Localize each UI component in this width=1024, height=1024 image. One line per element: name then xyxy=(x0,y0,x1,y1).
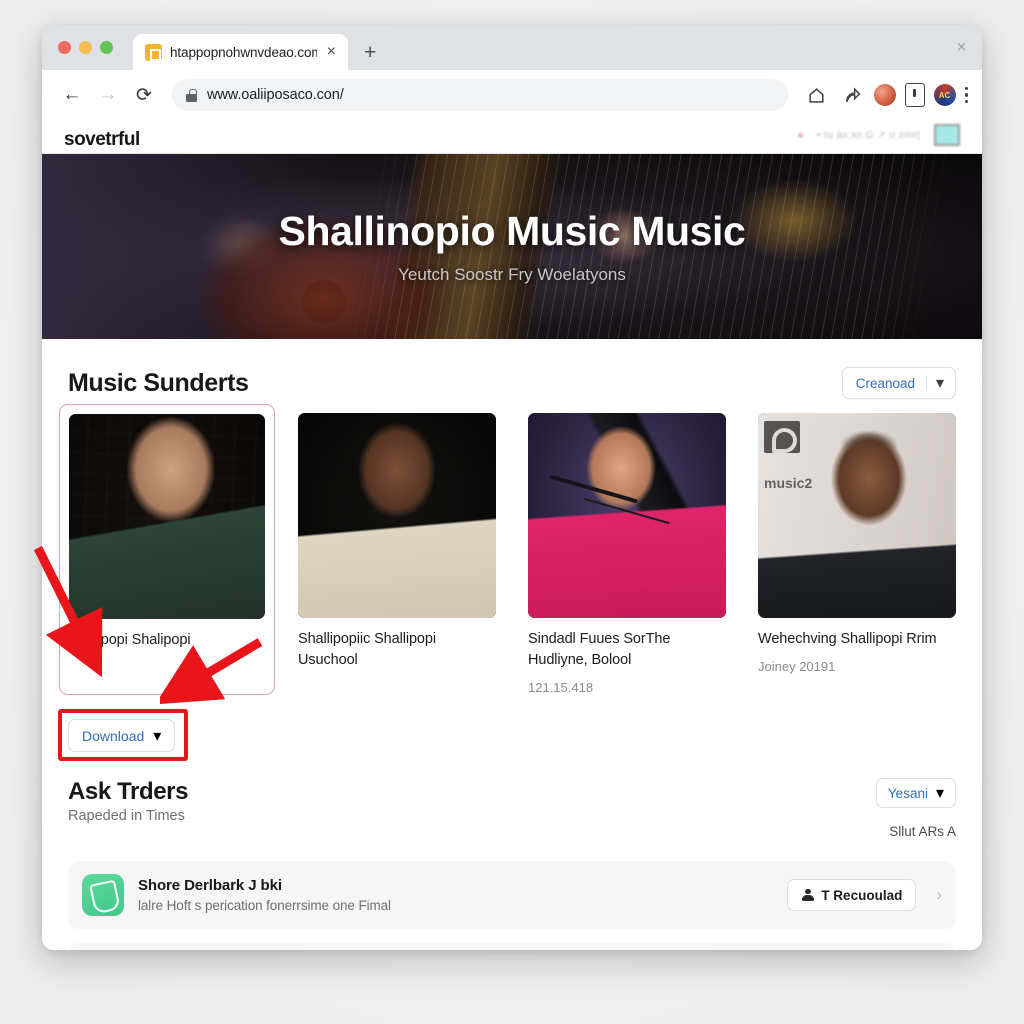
browser-toolbar: ← → ⟳ www.oaliiposaco.con/ xyxy=(42,70,982,120)
chevron-down-icon[interactable]: ▾ xyxy=(153,726,161,746)
section2-right-block: Yesani ▾ Sllut ARs A xyxy=(875,778,956,840)
new-tab-button[interactable]: + xyxy=(364,42,376,63)
close-window-button[interactable] xyxy=(58,41,71,54)
reload-icon[interactable]: ⟳ xyxy=(128,79,160,111)
person-icon xyxy=(801,888,814,902)
music-card-4-meta: Joiney 20191 xyxy=(758,659,836,675)
backdrop-watermark-text: music2 xyxy=(764,475,813,491)
music-card-2-thumbnail[interactable] xyxy=(298,413,496,618)
download-button[interactable]: Download ▾ xyxy=(68,719,176,753)
tab-title: htappopnohwnvdeao.com/ xyxy=(170,44,317,60)
recuoulad-button[interactable]: T Recuoulad xyxy=(787,879,917,912)
yesani-filter-button[interactable]: Yesani ▾ xyxy=(875,778,956,809)
back-icon[interactable]: ← xyxy=(56,79,88,111)
section-header-music-sunderts: Music Sunderts Creanoad ▾ xyxy=(68,339,956,413)
music-card-4-thumbnail[interactable]: music2 xyxy=(758,413,956,618)
creanoad-filter-button[interactable]: Creanoad ▾ xyxy=(841,367,956,399)
list-item-title-wrap: Shore Derlbark J bki xyxy=(138,877,773,894)
artist-photo-2 xyxy=(298,413,496,618)
music-card-2[interactable]: Shallipopiic Shallipopi Usuchool xyxy=(298,413,496,695)
reader-icon[interactable] xyxy=(904,83,925,107)
chevron-down-icon[interactable]: ▾ xyxy=(927,373,953,393)
music-card-2-caption: Shallipopiic Shallipopi Usuchool xyxy=(298,631,436,669)
music-card-3-caption: Sindadl Fuues SorThe Hudliyne, Bolool xyxy=(528,631,671,669)
section2-title: Ask Trders xyxy=(68,778,189,806)
music-card-1-caption: Shalipopi Shalipopi xyxy=(69,632,191,648)
browser-tab[interactable]: htappopnohwnvdeao.com/ × xyxy=(133,34,348,70)
list-item-text: Shore Derlbark J bki lalre Hoft s perica… xyxy=(138,877,773,913)
section-header-ask-trders: Ask Trders Rapeded in Times Yesani ▾ Sll… xyxy=(68,752,956,847)
creanoad-filter-label: Creanoad xyxy=(855,375,915,391)
page-title: Music Sunderts xyxy=(68,368,249,397)
lock-icon xyxy=(186,88,197,102)
share-icon[interactable] xyxy=(839,82,865,108)
hero-banner: Shallinopio Music Music Yeutch Soostr Fr… xyxy=(42,154,982,339)
music-card-1-thumbnail[interactable] xyxy=(69,414,265,619)
address-bar[interactable]: www.oaliiposaco.con/ xyxy=(172,79,788,111)
site-logo[interactable]: sovetrful xyxy=(64,129,140,151)
bottle-app-icon xyxy=(82,874,124,917)
home-icon[interactable] xyxy=(804,82,830,108)
artist-photo-3 xyxy=(528,413,726,618)
list-item-subtitle: lalre Hoft s perication fonerrsime one F… xyxy=(138,898,391,914)
profile-avatar-1[interactable] xyxy=(873,84,896,106)
hero-title: Shallinopio Music Music xyxy=(278,208,746,254)
window-controls[interactable]: ⨯ xyxy=(956,39,967,55)
url-text: www.oaliiposaco.con/ xyxy=(207,87,344,103)
list-item-title: Shore Derlbark J bki xyxy=(138,877,282,895)
toolbar-actions xyxy=(800,82,968,108)
profile-avatar-2[interactable] xyxy=(933,84,956,106)
folder-icon xyxy=(145,43,162,61)
download-row: Download ▾ xyxy=(58,701,956,762)
list-item[interactable]: Qunt my lVitHolid Tindel This Olive my a… xyxy=(68,943,956,950)
recuoulad-button-label: T Recuoulad xyxy=(821,887,903,903)
site-header-nav-text: • ru ax:xn G ↗ ır cmr| xyxy=(816,129,920,141)
site-header-chip-icon xyxy=(934,124,960,146)
status-dot-icon xyxy=(797,132,803,138)
hero-text-block: Shallinopio Music Music Yeutch Soostr Fr… xyxy=(42,154,982,339)
section2-subtitle: Rapeded in Times xyxy=(68,808,185,825)
music-card-4-caption: Wehechving Shallipopi Rrim xyxy=(758,631,937,647)
list-item[interactable]: Shore Derlbark J bki lalre Hoft s perica… xyxy=(68,861,956,930)
artist-photo-1 xyxy=(69,414,265,619)
close-icon[interactable]: × xyxy=(325,44,338,60)
window-traffic-lights[interactable] xyxy=(54,25,119,70)
section2-note: Sllut ARs A xyxy=(889,824,956,840)
backdrop-logo-icon xyxy=(764,421,800,453)
download-button-label: Download xyxy=(82,727,145,744)
music-card-3[interactable]: Sindadl Fuues SorThe Hudliyne, Bolool 12… xyxy=(528,413,726,695)
section2-title-block: Ask Trders Rapeded in Times xyxy=(68,778,188,824)
minimize-window-button[interactable] xyxy=(79,41,92,54)
forward-icon[interactable]: → xyxy=(92,79,124,111)
music-cards-grid: Shalipopi Shalipopi Shallipopiic Shallip… xyxy=(59,404,956,701)
page-content: Music Sunderts Creanoad ▾ Shalipopi Shal… xyxy=(42,339,982,950)
music-card-4[interactable]: music2 Wehechving Shallipopi Rrim Joiney… xyxy=(758,413,956,695)
chevron-right-icon[interactable]: › xyxy=(930,885,942,905)
backdrop-watermark: music2 xyxy=(764,421,812,491)
music-card-3-meta: 121.15.418 xyxy=(528,680,594,696)
maximize-window-button[interactable] xyxy=(100,41,113,54)
hero-subtitle: Yeutch Soostr Fry Woelatyons xyxy=(398,265,626,284)
music-card-1[interactable]: Shalipopi Shalipopi xyxy=(59,404,275,696)
site-header: sovetrful • ru ax:xn G ↗ ır cmr| xyxy=(42,120,982,154)
browser-window: htappopnohwnvdeao.com/ × + ⨯ ← → ⟳ www.o… xyxy=(42,25,982,950)
chevron-down-icon[interactable]: ▾ xyxy=(936,783,944,803)
kebab-menu-icon[interactable] xyxy=(964,86,968,104)
music-card-3-thumbnail[interactable] xyxy=(528,413,726,618)
browser-tab-strip: htappopnohwnvdeao.com/ × + ⨯ xyxy=(42,25,982,70)
site-header-nav[interactable]: • ru ax:xn G ↗ ır cmr| xyxy=(797,124,960,146)
yesani-filter-label: Yesani xyxy=(887,785,928,801)
page-viewport: sovetrful • ru ax:xn G ↗ ır cmr| Shallin… xyxy=(42,120,982,950)
